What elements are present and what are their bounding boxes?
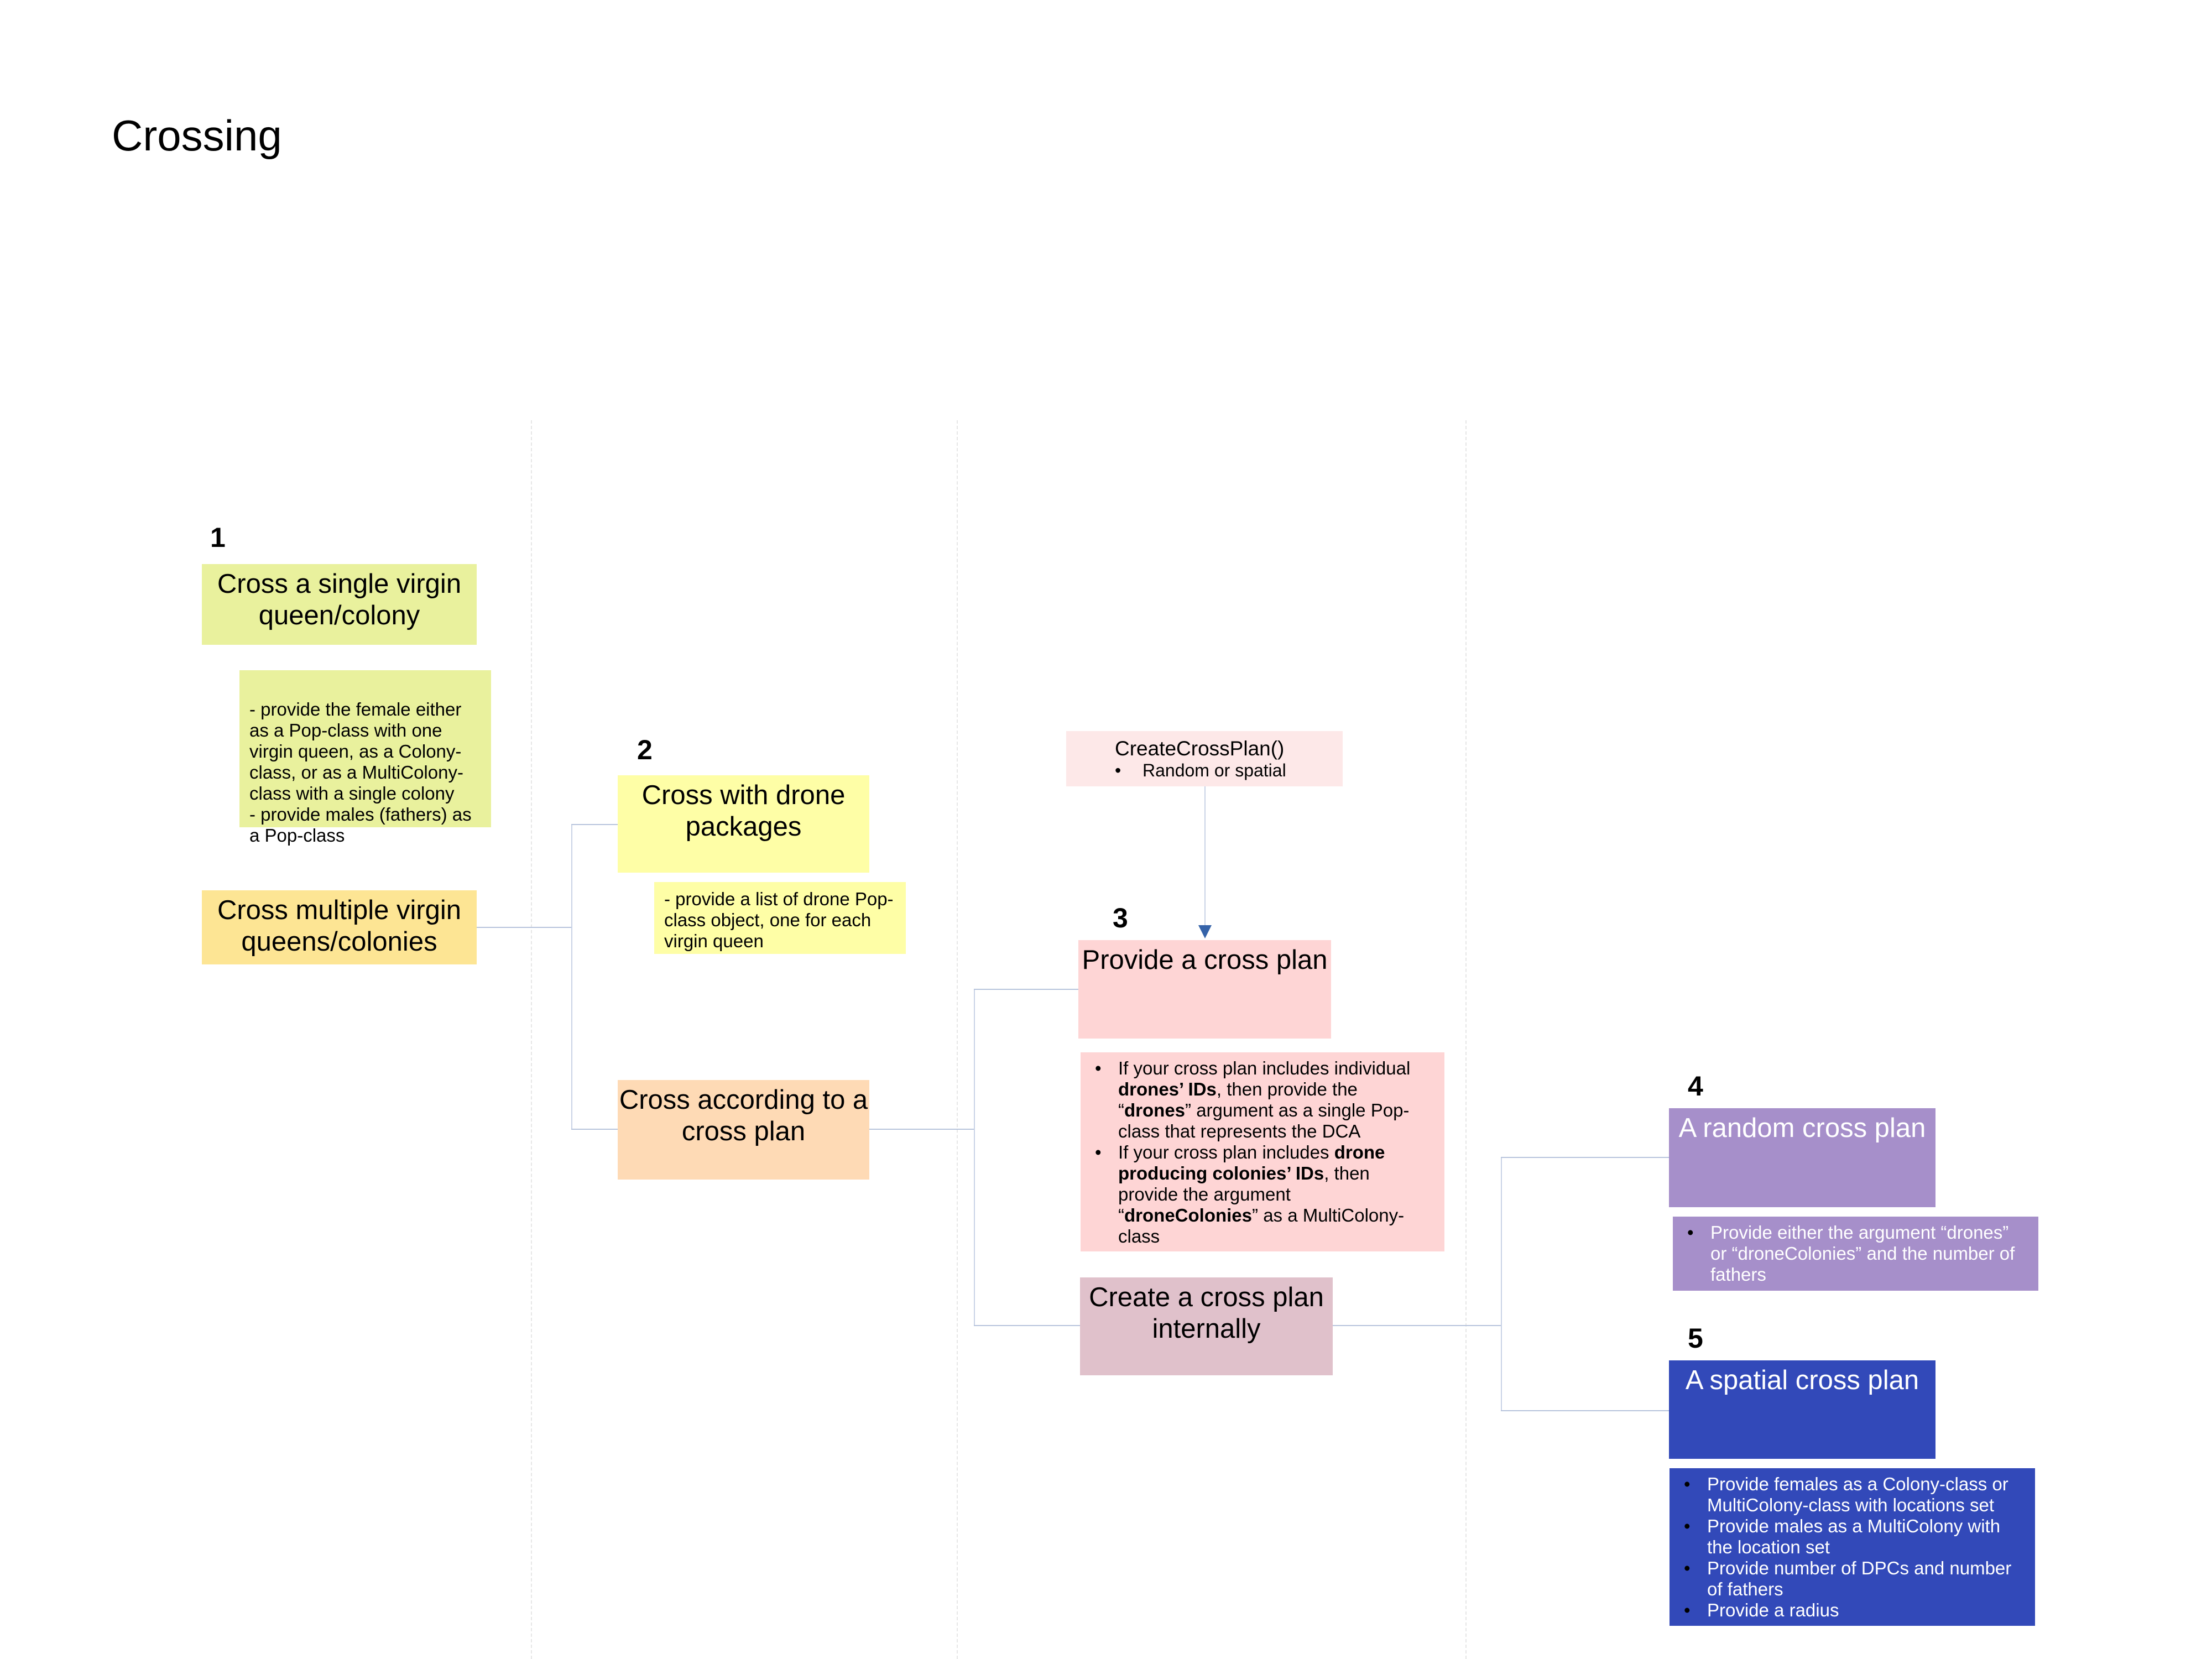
step-2-box[interactable]: Cross with drone packages <box>618 775 869 873</box>
page-title: Crossing <box>112 111 282 160</box>
connector-line <box>571 824 572 1129</box>
step-4-box[interactable]: A random cross plan <box>1669 1108 1936 1207</box>
step-1-label: Cross a single virgin queen/colony <box>217 569 462 630</box>
step-5-bullet: Provide a radius <box>1684 1600 2024 1621</box>
column-divider <box>1465 420 1467 1659</box>
step-number-1: 1 <box>210 522 226 553</box>
connector-line <box>1333 1325 1501 1326</box>
step-3-label: Provide a cross plan <box>1082 945 1328 975</box>
create-cross-plan-function-label: CreateCrossPlan() <box>1115 737 1285 760</box>
create-cross-plan-bullet-text: Random or spatial <box>1142 760 1286 780</box>
bullet-icon: • <box>1115 760 1121 780</box>
cross-plan-label: Cross according to a cross plan <box>619 1085 868 1146</box>
create-cross-plan-function-box: CreateCrossPlan() • Random or spatial <box>1066 731 1343 786</box>
connector-line <box>1501 1410 1669 1411</box>
step-1-note-text: - provide the female either as a Pop-cla… <box>249 699 472 846</box>
step-3-bullet: If your cross plan includes drone produc… <box>1095 1142 1433 1247</box>
column-divider <box>957 420 958 1659</box>
connector-line <box>1501 1157 1502 1411</box>
step-5-note: Provide females as a Colony-class or Mul… <box>1670 1468 2035 1626</box>
step-4-note: Provide either the argument “drones” or … <box>1673 1217 2038 1291</box>
step-3-bullet: If your cross plan includes individual d… <box>1095 1058 1433 1142</box>
arrow-down-icon <box>1198 925 1212 938</box>
step-number-5: 5 <box>1688 1323 1703 1354</box>
step-3-box[interactable]: Provide a cross plan <box>1078 940 1331 1039</box>
arrow-line <box>1204 786 1206 926</box>
emphasis: drones’ IDs <box>1118 1079 1217 1099</box>
cross-multiple-label: Cross multiple virgin queens/colonies <box>217 895 462 957</box>
step-5-bullet: Provide females as a Colony-class or Mul… <box>1684 1474 2024 1516</box>
step-5-bullet: Provide number of DPCs and number of fat… <box>1684 1558 2024 1600</box>
connector-line <box>974 989 1078 990</box>
step-2-label: Cross with drone packages <box>641 780 846 842</box>
step-4-label: A random cross plan <box>1678 1113 1926 1143</box>
connector-line <box>477 927 572 928</box>
cross-plan-box[interactable]: Cross according to a cross plan <box>618 1080 869 1180</box>
cross-multiple-box[interactable]: Cross multiple virgin queens/colonies <box>202 890 477 964</box>
create-internal-box[interactable]: Create a cross plan internally <box>1080 1277 1333 1375</box>
step-2-note-text: - provide a list of drone Pop-class obje… <box>664 889 894 951</box>
step-number-4: 4 <box>1688 1071 1703 1102</box>
step-4-bullet: Provide either the argument “drones” or … <box>1687 1222 2027 1285</box>
connector-line <box>1501 1157 1669 1158</box>
connector-line <box>974 989 975 1325</box>
step-number-2: 2 <box>637 734 653 765</box>
connector-line <box>571 1129 618 1130</box>
step-5-box[interactable]: A spatial cross plan <box>1669 1360 1936 1459</box>
step-5-bullet: Provide males as a MultiColony with the … <box>1684 1516 2024 1558</box>
create-cross-plan-bullet: • Random or spatial <box>1115 760 1343 781</box>
step-1-note: - provide the female either as a Pop-cla… <box>239 670 491 846</box>
step-2-note: - provide a list of drone Pop-class obje… <box>654 882 906 954</box>
step-1-box[interactable]: Cross a single virgin queen/colony <box>202 564 477 645</box>
emphasis: drones <box>1124 1100 1186 1120</box>
connector-line <box>974 1325 1080 1326</box>
step-3-note: If your cross plan includes individual d… <box>1081 1052 1444 1251</box>
step-5-label: A spatial cross plan <box>1685 1365 1919 1395</box>
connector-line <box>869 1129 974 1130</box>
emphasis: droneColonies <box>1124 1205 1253 1225</box>
create-internal-label: Create a cross plan internally <box>1089 1282 1324 1344</box>
connector-line <box>571 824 618 825</box>
column-divider <box>531 420 532 1659</box>
step-number-3: 3 <box>1113 902 1128 933</box>
